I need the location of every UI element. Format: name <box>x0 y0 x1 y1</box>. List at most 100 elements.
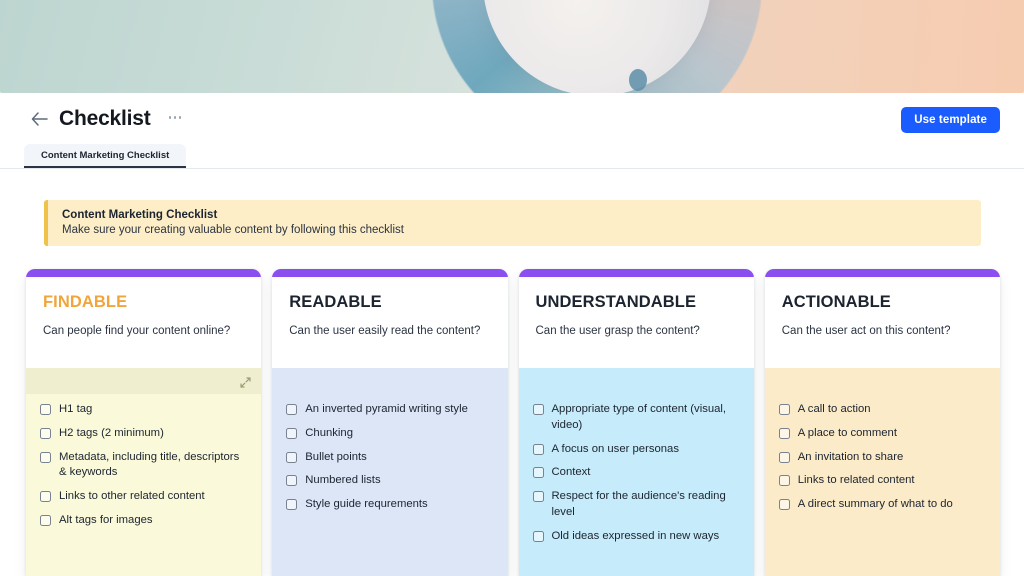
card-question: Can the user grasp the content? <box>535 325 700 337</box>
notice-subtitle: Make sure your creating valuable content… <box>62 224 404 236</box>
card-body: Appropriate type of content (visual, vid… <box>518 368 754 576</box>
checklist-item[interactable]: A direct summary of what to do <box>778 497 986 513</box>
card-body: A call to action A place to comment An inv… <box>764 368 1000 576</box>
checkbox-icon[interactable] <box>286 404 298 415</box>
checklist-items: A call to action A place to comment An inv… <box>765 394 1000 513</box>
checklist-items: H1 tag H2 tags (2 minimum) Metadata, inclu… <box>26 394 261 529</box>
card-header: ACTIONABLE Can the user act on this conte… <box>764 277 1000 368</box>
checklist-item[interactable]: Chunking <box>286 426 493 442</box>
checklist-item-label: Numbered lists <box>305 474 381 487</box>
checklist-item-label: Respect for the audience's reading level <box>551 490 726 519</box>
card-body: H1 tag H2 tags (2 minimum) Metadata, inclu… <box>26 368 262 576</box>
checklist-card: ACTIONABLE Can the user act on this conte… <box>764 269 1000 576</box>
card-accent-bar <box>518 269 754 277</box>
checklist-item[interactable]: An inverted pyramid writing style <box>286 402 493 418</box>
card-header: UNDERSTANDABLE Can the user grasp the con… <box>518 277 754 368</box>
use-template-button[interactable]: Use template <box>901 107 1000 133</box>
checkbox-icon[interactable] <box>40 404 51 415</box>
checklist-item-label: Context <box>551 466 591 479</box>
checklist-item-label: An inverted pyramid writing style <box>305 403 468 415</box>
card-body-spacer <box>765 368 1000 394</box>
checklist-item-label: Style guide requrements <box>305 498 428 511</box>
hero-left-gradient <box>0 0 470 93</box>
checklist-item[interactable]: Links to related content <box>778 473 986 489</box>
card-hover-band[interactable] <box>26 368 262 394</box>
checklist-notice-banner: Content Marketing Checklist Make sure yo… <box>44 200 981 246</box>
template-preview-page: Checklist Use template Content Marketing… <box>0 0 1024 576</box>
checkbox-icon[interactable] <box>286 499 298 511</box>
card-body-spacer <box>272 368 507 394</box>
checklist-item-label: Links to related content <box>797 474 915 487</box>
checkbox-icon[interactable] <box>286 451 298 463</box>
page-header: Checklist Use template <box>0 93 1024 145</box>
card-title: ACTIONABLE <box>781 293 891 311</box>
checklist-item[interactable]: Links to other related content <box>40 489 247 505</box>
checklist-item[interactable]: A call to action <box>778 402 986 418</box>
checklist-item-label: A direct summary of what to do <box>797 498 953 511</box>
card-header: FINDABLE Can people find your content onl… <box>26 277 262 368</box>
checklist-item-label: Bullet points <box>305 450 367 463</box>
checklist-item[interactable]: Context <box>532 465 740 481</box>
checklist-items: Appropriate type of content (visual, vid… <box>519 394 754 545</box>
checklist-item[interactable]: An invitation to share <box>778 450 986 466</box>
checkbox-icon[interactable] <box>532 404 544 415</box>
checkbox-icon[interactable] <box>532 467 544 479</box>
checklist-card: FINDABLE Can people find your content onl… <box>26 269 262 576</box>
checklist-item-label: Chunking <box>305 426 353 439</box>
checklist-item[interactable]: H2 tags (2 minimum) <box>40 426 247 442</box>
card-accent-bar <box>272 269 508 277</box>
arrow-left-icon[interactable] <box>30 110 48 128</box>
checkbox-icon[interactable] <box>532 443 544 455</box>
checklist-item[interactable]: A place to comment <box>778 426 986 442</box>
more-horizontal-icon[interactable] <box>168 116 182 122</box>
checklist-card: READABLE Can the user easily read the con… <box>272 269 508 576</box>
card-question: Can the user easily read the content? <box>289 325 481 337</box>
checklist-item[interactable]: Bullet points <box>286 450 493 466</box>
checklist-item-label: H2 tags (2 minimum) <box>59 426 164 439</box>
checkbox-icon[interactable] <box>778 499 790 511</box>
checklist-item-label: A call to action <box>797 403 871 415</box>
checkbox-icon[interactable] <box>40 427 51 439</box>
checklist-item-label: A focus on user personas <box>551 442 679 455</box>
card-title: READABLE <box>289 293 382 311</box>
card-header: READABLE Can the user easily read the con… <box>272 277 508 368</box>
checklist-item-label: Alt tags for images <box>59 514 153 527</box>
card-title: FINDABLE <box>43 293 128 311</box>
checklist-item[interactable]: Old ideas expressed in new ways <box>532 529 740 545</box>
card-title: UNDERSTANDABLE <box>535 293 697 311</box>
checkbox-icon[interactable] <box>778 404 790 415</box>
card-accent-bar <box>26 269 262 277</box>
checkbox-icon[interactable] <box>40 515 51 527</box>
card-body-spacer <box>519 368 754 394</box>
checkbox-icon[interactable] <box>40 451 51 463</box>
checkbox-icon[interactable] <box>778 475 790 487</box>
checklist-card-grid: FINDABLE Can people find your content onl… <box>26 269 1000 576</box>
checkbox-icon[interactable] <box>286 427 298 439</box>
checklist-item[interactable]: Numbered lists <box>286 473 493 489</box>
card-body: An inverted pyramid writing style Chunkin… <box>272 368 508 576</box>
tab-bar: Content Marketing Checklist <box>0 144 1024 169</box>
checklist-item-label: Old ideas expressed in new ways <box>551 529 720 542</box>
checkbox-icon[interactable] <box>778 451 790 463</box>
checklist-item[interactable]: Appropriate type of content (visual, vid… <box>532 402 740 434</box>
card-question: Can people find your content online? <box>43 325 231 337</box>
notice-title: Content Marketing Checklist <box>62 209 218 221</box>
checklist-item[interactable]: Alt tags for images <box>40 513 247 529</box>
checklist-item-label: An invitation to share <box>797 450 904 463</box>
checklist-item-label: Metadata, including title, descriptors &… <box>59 450 240 479</box>
checkbox-icon[interactable] <box>40 491 51 503</box>
checkbox-icon[interactable] <box>286 475 298 487</box>
checklist-item-label: Appropriate type of content (visual, vid… <box>551 403 727 431</box>
checklist-item[interactable]: Metadata, including title, descriptors &… <box>40 450 247 482</box>
checklist-item[interactable]: A focus on user personas <box>532 442 740 458</box>
hero-banner-image <box>0 0 1024 93</box>
checklist-item[interactable]: H1 tag <box>40 402 247 418</box>
card-question: Can the user act on this content? <box>781 325 951 337</box>
checkbox-icon[interactable] <box>532 491 544 503</box>
checklist-item[interactable]: Respect for the audience's reading level <box>532 489 740 521</box>
tab-content-marketing-checklist[interactable]: Content Marketing Checklist <box>24 144 187 168</box>
checkbox-icon[interactable] <box>532 530 544 542</box>
checkbox-icon[interactable] <box>778 427 790 439</box>
checklist-item[interactable]: Style guide requrements <box>286 497 493 513</box>
resize-diagonal-icon[interactable] <box>240 375 251 388</box>
